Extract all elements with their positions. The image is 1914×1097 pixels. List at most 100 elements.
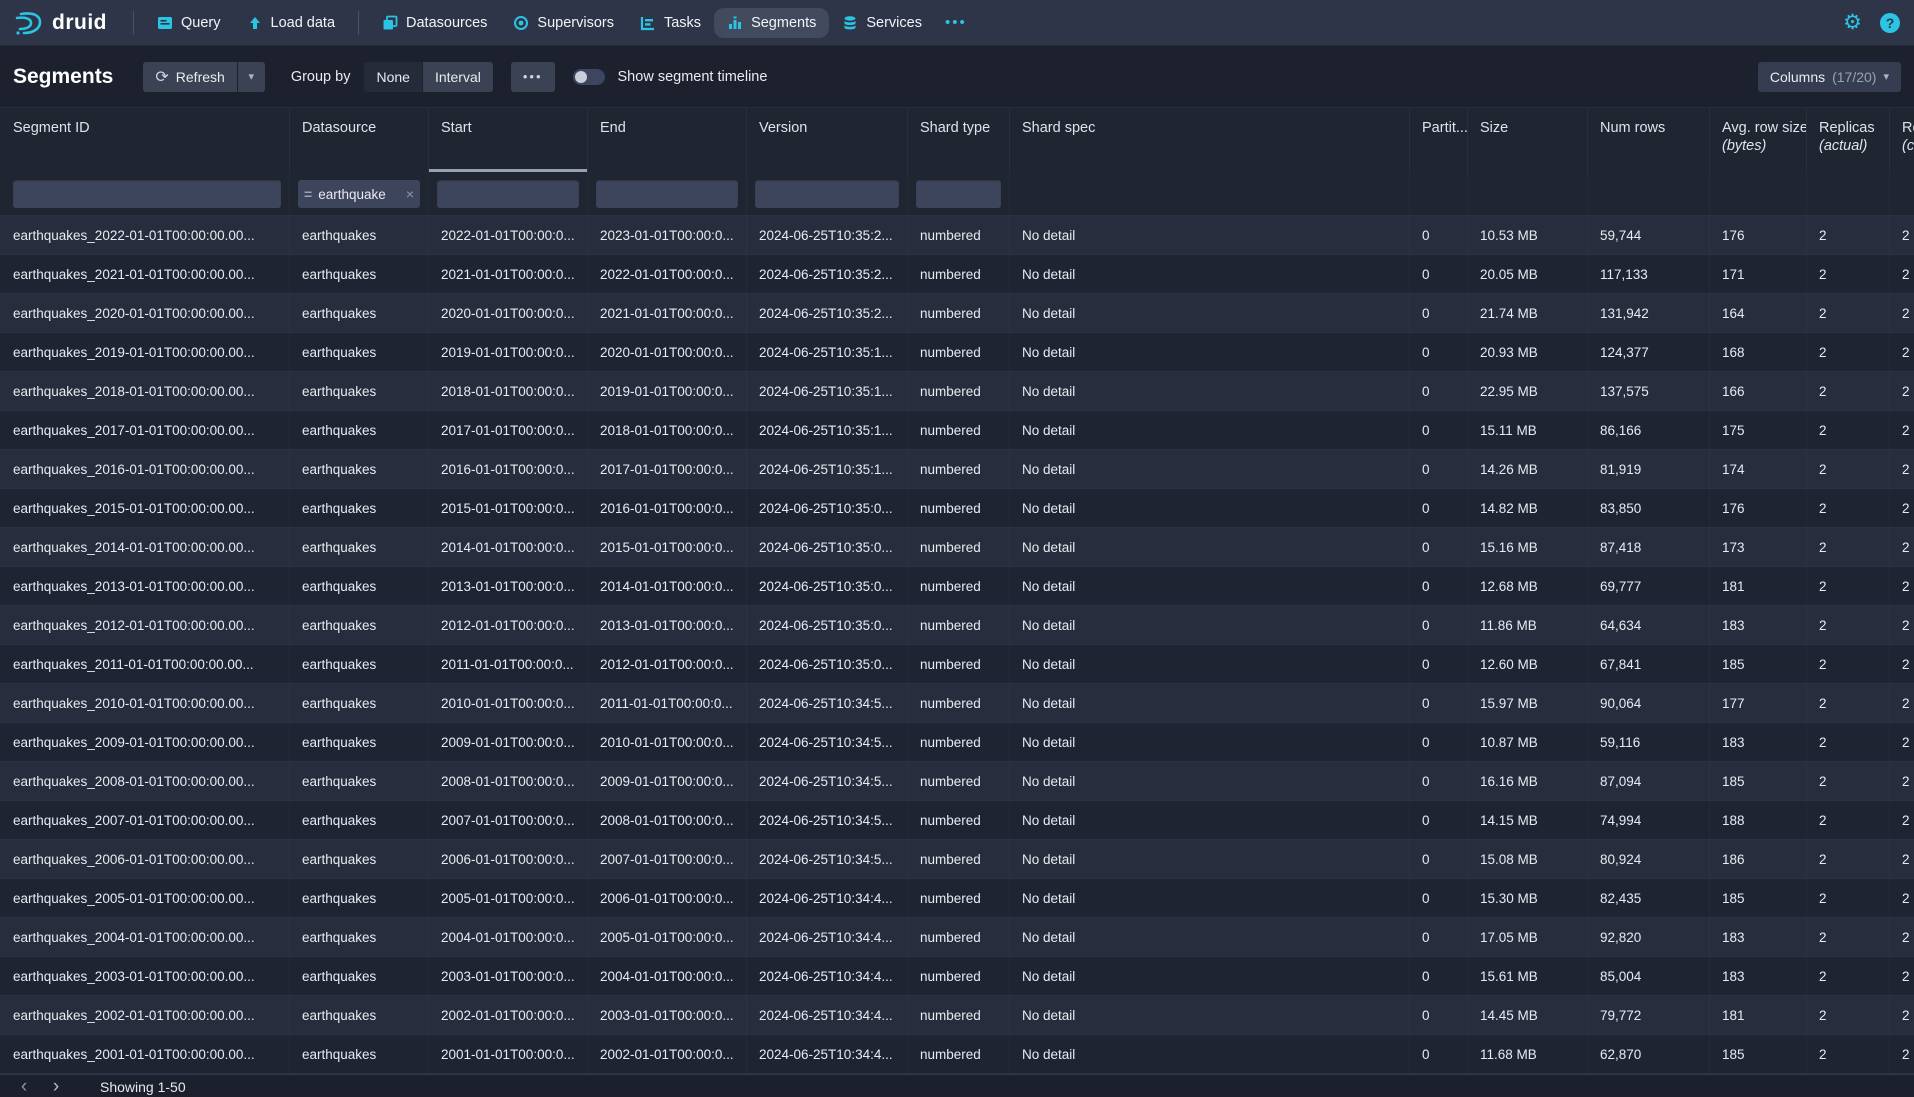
table-row[interactable]: earthquakes_2002-01-01T00:00:00.00...ear… [0,996,1914,1035]
table-row[interactable]: earthquakes_2006-01-01T00:00:00.00...ear… [0,840,1914,879]
column-header-num-rows[interactable]: Num rows [1588,108,1710,172]
table-row[interactable]: earthquakes_2013-01-01T00:00:00.00...ear… [0,567,1914,606]
cell-segment-id: earthquakes_2015-01-01T00:00:00.00... [0,489,290,527]
cell-replication-factor: 2 [1890,684,1914,722]
cell-end: 2014-01-01T00:00:0... [588,567,747,605]
table-row[interactable]: earthquakes_2004-01-01T00:00:00.00...ear… [0,918,1914,957]
cell-datasource: earthquakes [290,1035,429,1073]
segment-timeline-label: Show segment timeline [618,69,768,85]
filter-input-version[interactable] [755,180,899,208]
column-header-partition[interactable]: Partit... [1410,108,1468,172]
column-header-avg-row-size[interactable]: Avg. row size(bytes) [1710,108,1807,172]
table-row[interactable]: earthquakes_2011-01-01T00:00:00.00...ear… [0,645,1914,684]
cell-end: 2013-01-01T00:00:0... [588,606,747,644]
cell-avg-row-size: 174 [1710,450,1807,488]
nav-item-services[interactable]: Services [829,8,935,38]
cell-version: 2024-06-25T10:34:4... [747,1035,908,1073]
services-icon [842,15,858,31]
cell-partition: 0 [1410,450,1468,488]
cell-num-rows: 59,744 [1588,216,1710,254]
segment-timeline-toggle[interactable] [573,69,605,85]
filter-input-shard-type[interactable] [916,180,1001,208]
table-row[interactable]: earthquakes_2009-01-01T00:00:00.00...ear… [0,723,1914,762]
table-row[interactable]: earthquakes_2012-01-01T00:00:00.00...ear… [0,606,1914,645]
cell-replication-factor: 2 [1890,294,1914,332]
toggle-knob [575,71,587,83]
cell-num-rows: 69,777 [1588,567,1710,605]
nav-item-segments[interactable]: Segments [714,8,829,38]
columns-button[interactable]: Columns (17/20) ▾ [1758,62,1901,92]
table-row[interactable]: earthquakes_2015-01-01T00:00:00.00...ear… [0,489,1914,528]
table-row[interactable]: earthquakes_2017-01-01T00:00:00.00...ear… [0,411,1914,450]
filter-input-segment-id[interactable] [13,180,281,208]
nav-item-load-data[interactable]: Load data [234,8,349,38]
cell-datasource: earthquakes [290,450,429,488]
cell-replication-factor: 2 [1890,723,1914,761]
nav-more-button[interactable]: ••• [935,8,977,37]
cell-shard-type: numbered [908,255,1010,293]
table-row[interactable]: earthquakes_2021-01-01T00:00:00.00...ear… [0,255,1914,294]
table-row[interactable]: earthquakes_2005-01-01T00:00:00.00...ear… [0,879,1914,918]
more-options-button[interactable]: ••• [511,62,555,92]
table-row[interactable]: earthquakes_2016-01-01T00:00:00.00...ear… [0,450,1914,489]
column-header-end[interactable]: End [588,108,747,172]
cell-end: 2011-01-01T00:00:0... [588,684,747,722]
table-row[interactable]: earthquakes_2014-01-01T00:00:00.00...ear… [0,528,1914,567]
column-header-size[interactable]: Size [1468,108,1588,172]
cell-end: 2017-01-01T00:00:0... [588,450,747,488]
cell-shard-type: numbered [908,996,1010,1034]
table-row[interactable]: earthquakes_2003-01-01T00:00:00.00...ear… [0,957,1914,996]
table-row[interactable]: earthquakes_2008-01-01T00:00:00.00...ear… [0,762,1914,801]
close-icon[interactable]: × [406,186,414,202]
cell-shard-type: numbered [908,333,1010,371]
help-icon[interactable]: ? [1880,13,1900,33]
cell-size: 10.87 MB [1468,723,1588,761]
nav-item-label: Load data [271,15,336,31]
refresh-caret-button[interactable]: ▾ [238,62,265,92]
next-page-button[interactable]: › [42,1076,70,1097]
nav-item-supervisors[interactable]: Supervisors [500,8,627,38]
segments-icon [727,15,743,31]
column-header-start[interactable]: Start [429,108,588,172]
druid-logo[interactable]: druid [14,8,107,38]
cell-shard-spec: No detail [1010,489,1410,527]
table-row[interactable]: earthquakes_2020-01-01T00:00:00.00...ear… [0,294,1914,333]
nav-item-query[interactable]: Query [144,8,234,38]
table-row[interactable]: earthquakes_2018-01-01T00:00:00.00...ear… [0,372,1914,411]
query-icon [157,15,173,31]
cell-partition: 0 [1410,567,1468,605]
column-header-shard-type[interactable]: Shard type [908,108,1010,172]
cell-end: 2007-01-01T00:00:0... [588,840,747,878]
cell-end: 2002-01-01T00:00:0... [588,1035,747,1073]
column-header-shard-spec[interactable]: Shard spec [1010,108,1410,172]
column-header-segment-id[interactable]: Segment ID [0,108,290,172]
cell-shard-type: numbered [908,372,1010,410]
datasource-filter-tag[interactable]: = earthquake × [298,180,420,208]
gear-icon[interactable]: ⚙ [1843,12,1862,33]
group-none-button[interactable]: None [364,62,421,92]
column-header-datasource[interactable]: Datasource [290,108,429,172]
nav-item-tasks[interactable]: Tasks [627,8,714,38]
cell-partition: 0 [1410,255,1468,293]
cell-shard-spec: No detail [1010,918,1410,956]
previous-page-button[interactable]: ‹ [10,1076,38,1097]
group-interval-button[interactable]: Interval [423,62,493,92]
column-header-version[interactable]: Version [747,108,908,172]
table-row[interactable]: earthquakes_2010-01-01T00:00:00.00...ear… [0,684,1914,723]
refresh-label: Refresh [176,69,225,85]
cell-replication-factor: 2 [1890,645,1914,683]
table-row[interactable]: earthquakes_2007-01-01T00:00:00.00...ear… [0,801,1914,840]
table-row[interactable]: earthquakes_2022-01-01T00:00:00.00...ear… [0,216,1914,255]
table-row[interactable]: earthquakes_2019-01-01T00:00:00.00...ear… [0,333,1914,372]
table-row[interactable]: earthquakes_2001-01-01T00:00:00.00...ear… [0,1035,1914,1074]
column-header-replicas[interactable]: Replicas(actual) [1807,108,1890,172]
nav-divider [358,11,359,35]
cell-avg-row-size: 173 [1710,528,1807,566]
nav-item-datasources[interactable]: Datasources [369,8,500,38]
supervisors-icon [513,15,529,31]
column-header-replication-factor[interactable]: Replication factor(configured) [1890,108,1914,172]
refresh-button[interactable]: ⟳ Refresh [143,62,236,92]
cell-segment-id: earthquakes_2009-01-01T00:00:00.00... [0,723,290,761]
filter-input-end[interactable] [596,180,738,208]
filter-input-start[interactable] [437,180,579,208]
